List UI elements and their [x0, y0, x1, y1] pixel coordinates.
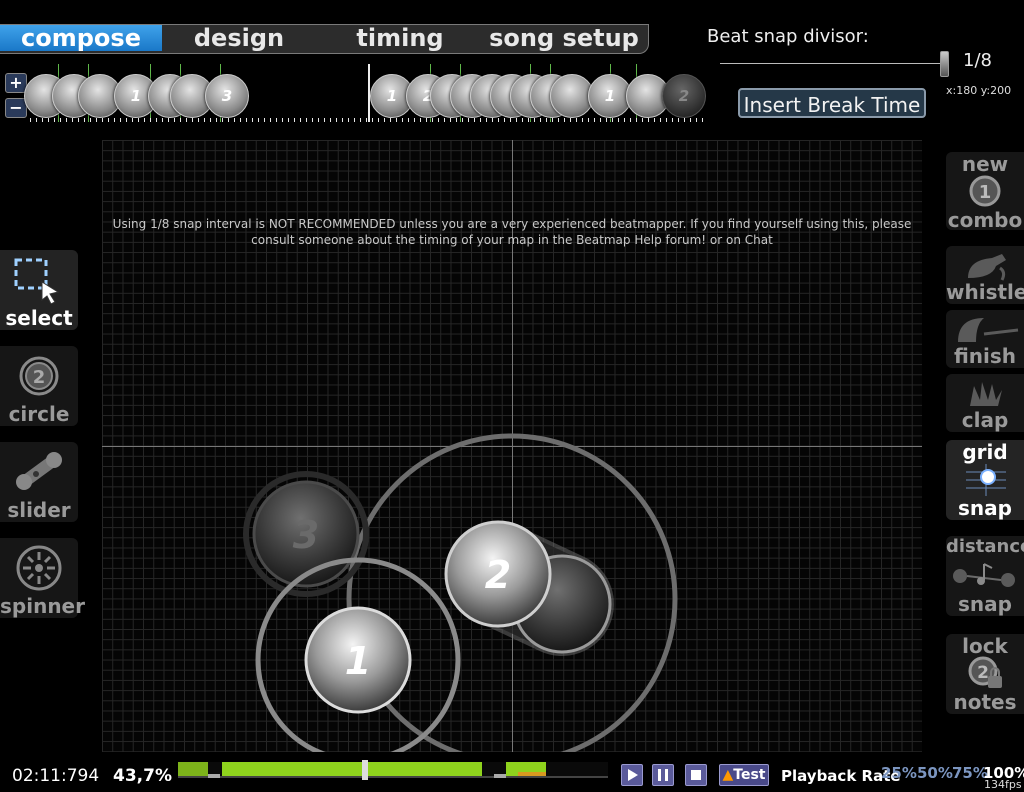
mode-tabs: compose design timing song setup: [0, 24, 649, 54]
tool-slider[interactable]: slider: [0, 442, 78, 522]
toggle-clap-label: clap: [961, 408, 1009, 432]
toggle-lock-notes-line2: notes: [953, 690, 1017, 714]
spinner-icon: [16, 545, 62, 591]
test-button[interactable]: ▲Test: [719, 764, 769, 786]
fps-counter: 134fps: [984, 778, 1022, 791]
play-button[interactable]: [621, 764, 643, 786]
slider-2[interactable]: 2: [444, 520, 614, 656]
timeline-circle-number: 3: [221, 87, 233, 105]
test-button-label: Test: [733, 767, 766, 783]
svg-text:2: 2: [33, 367, 46, 388]
current-time: 02:11:794: [12, 766, 100, 786]
toggle-distance-snap[interactable]: distance snap: [946, 536, 1024, 616]
tool-circle[interactable]: 2 circle: [0, 346, 78, 426]
hit-circle-1-number: 1: [345, 639, 371, 683]
beat-snap-value: 1/8: [963, 50, 992, 71]
timeline-cursor: [368, 64, 370, 122]
whistle-icon: [968, 254, 1006, 281]
play-icon: [628, 769, 638, 781]
tab-compose[interactable]: compose: [0, 25, 162, 51]
toggle-lock-notes-line1: lock: [962, 634, 1008, 658]
song-progress-percent: 43,7%: [113, 766, 172, 786]
toggle-distance-snap-line1: distance: [946, 536, 1024, 557]
timeline-circle[interactable]: 3: [205, 74, 249, 118]
timeline-circle-number: 1: [604, 87, 616, 105]
insert-break-time-button[interactable]: Insert Break Time: [738, 88, 926, 118]
stop-icon: [691, 770, 701, 780]
toggle-distance-snap-line2: snap: [958, 592, 1012, 616]
tab-timing[interactable]: timing: [316, 25, 484, 51]
timeline-ticks: [30, 118, 706, 122]
toggle-new-combo[interactable]: new 1 combo: [946, 152, 1024, 232]
toggle-grid-snap[interactable]: grid snap: [946, 440, 1024, 520]
cursor-coordinates: x:180 y:200: [946, 84, 1012, 97]
new-combo-icon-number: 1: [979, 182, 992, 203]
stop-button[interactable]: [685, 764, 707, 786]
tool-spinner-label: spinner: [0, 594, 85, 618]
toggle-clap[interactable]: clap: [946, 374, 1024, 432]
pause-button[interactable]: [652, 764, 674, 786]
song-position-marker[interactable]: [362, 760, 368, 780]
tool-select-label: select: [5, 306, 73, 330]
lock-notes-icon-number: 2: [977, 663, 989, 683]
toggle-new-combo-line2: combo: [947, 208, 1023, 232]
toggle-grid-snap-line1: grid: [962, 440, 1008, 464]
circle-icon: 2: [19, 356, 59, 396]
toggle-finish-label: finish: [953, 344, 1017, 368]
toggle-whistle-label: whistle: [946, 280, 1024, 304]
tool-circle-label: circle: [8, 402, 70, 426]
hit-circle-1[interactable]: 1: [255, 557, 461, 752]
song-progress-bar[interactable]: [178, 760, 608, 780]
lock-notes-icon: 2: [968, 656, 1002, 688]
beat-snap-label: Beat snap divisor:: [707, 26, 869, 47]
timeline-circle-number: 2: [678, 87, 690, 105]
clap-icon: [970, 382, 1002, 406]
toggle-whistle[interactable]: whistle: [946, 246, 1024, 304]
pause-icon: [658, 769, 668, 781]
snap-warning-text: Using 1/8 snap interval is NOT RECOMMEND…: [112, 217, 912, 247]
tool-select[interactable]: select: [0, 250, 78, 330]
toggle-lock-notes[interactable]: lock 2 notes: [946, 634, 1024, 714]
tool-spinner[interactable]: spinner: [0, 538, 85, 618]
distance-snap-icon: [953, 563, 1015, 587]
select-icon: [14, 258, 60, 304]
tab-song-setup[interactable]: song setup: [484, 25, 644, 51]
toggle-finish[interactable]: finish: [946, 310, 1024, 368]
beat-snap-slider-thumb[interactable]: [940, 51, 949, 77]
beat-snap-slider-track[interactable]: [720, 63, 948, 64]
new-combo-icon: 1: [969, 175, 1001, 207]
tool-slider-label: slider: [7, 498, 71, 522]
playback-rate-25[interactable]: 25%: [881, 764, 917, 782]
toggle-new-combo-line1: new: [961, 152, 1009, 176]
flame-icon: ▲: [722, 767, 734, 783]
timeline-circle-faded[interactable]: 2: [662, 74, 706, 118]
tab-design[interactable]: design: [162, 25, 316, 51]
playback-rate-50[interactable]: 50%: [917, 764, 953, 782]
grid-snap-icon: [966, 464, 1006, 496]
timeline[interactable]: 1 3 1 2 1 2: [24, 64, 706, 122]
hit-circle-3-number: 3: [293, 513, 319, 557]
slider-icon: [16, 452, 62, 490]
slider-2-number: 2: [485, 553, 511, 597]
toggle-grid-snap-line2: snap: [958, 496, 1012, 520]
finish-icon: [958, 318, 1019, 342]
